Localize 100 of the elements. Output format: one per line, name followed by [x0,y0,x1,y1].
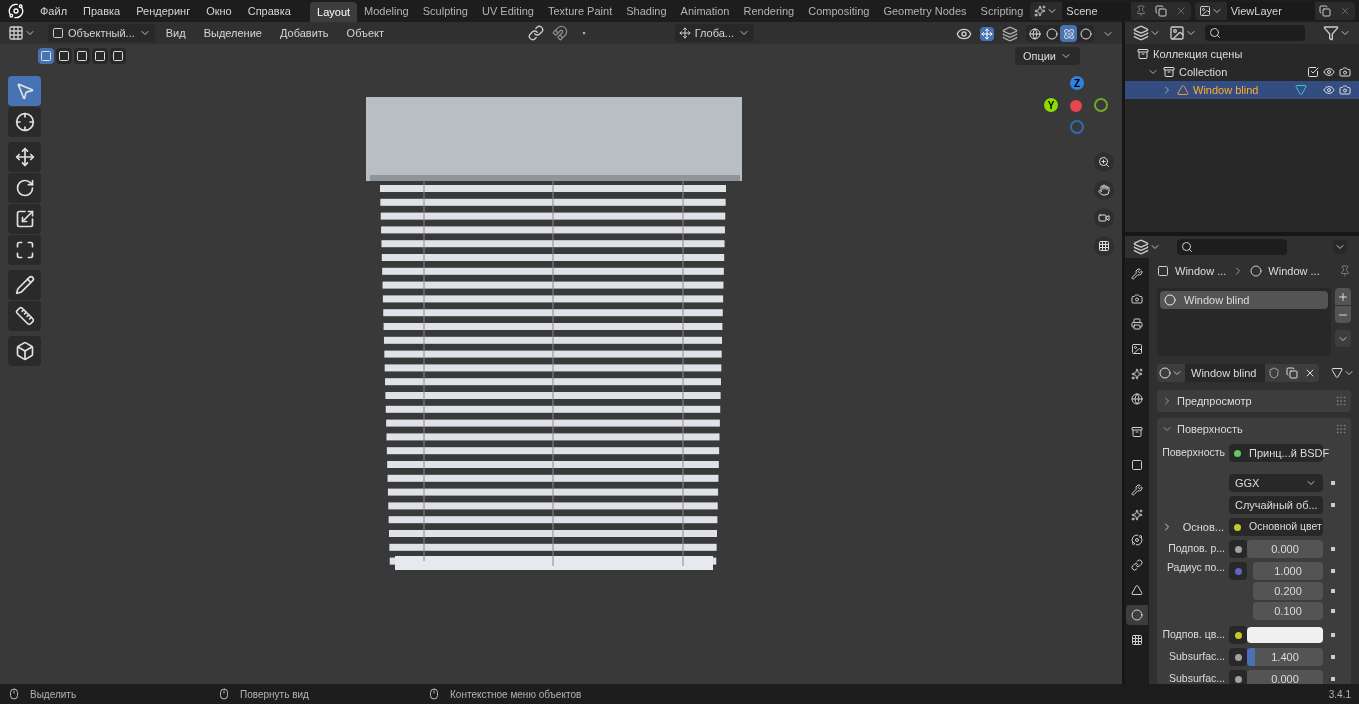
property-label: Subsurfac... [1167,671,1226,684]
slider-field[interactable]: 1.400 [1247,648,1323,666]
workspace-tab[interactable]: Rendering [736,0,802,22]
shading-button[interactable] [1026,25,1043,42]
wireframe-shading-icon [1028,27,1041,40]
axis-handle[interactable] [1070,120,1084,134]
collection-icon [1163,66,1175,78]
workspace-tab[interactable]: Compositing [801,0,877,22]
number-field[interactable]: 0.200 [1253,582,1323,600]
menu-item[interactable]: Добавить [272,24,336,42]
scene-name: Scene [1062,2,1131,20]
dropdown[interactable]: GGX [1229,474,1323,492]
scale-tool-icon [14,209,35,229]
tool-button[interactable] [8,107,41,137]
select-mode-button[interactable] [110,48,126,64]
tool-button[interactable] [8,142,41,172]
axis-handle[interactable] [1094,98,1108,112]
object-mode-icon [52,27,64,39]
physics-tab-icon [1131,534,1143,546]
workspace-tab[interactable]: Animation [673,0,737,22]
number-field[interactable]: 0.000 [1247,540,1323,558]
select-mode-button[interactable] [74,48,90,64]
menu-item[interactable]: Рендеринг [128,0,199,22]
outliner-row[interactable]: Коллекция сцены [1125,45,1359,63]
modifier-tab-icon [1131,484,1143,496]
remove-slot-button[interactable] [1335,306,1351,323]
number-field[interactable]: 0.100 [1253,602,1323,620]
navigation-button[interactable] [1094,152,1114,172]
workspace-tab[interactable]: Scripting [973,0,1031,22]
menu-item[interactable]: Выделение [196,24,269,42]
property-label: Основ... [1182,519,1224,535]
menu-item[interactable]: Вид [158,24,193,42]
workspace-tab[interactable]: Geometry Nodes [876,0,974,22]
snap-icon [552,25,568,41]
navigation-button[interactable] [1094,236,1114,256]
menu-item[interactable]: Файл [32,0,76,22]
mouse-icon [218,688,230,700]
navigation-button[interactable] [1094,208,1114,228]
workspace-tab[interactable]: UV Editing [475,0,541,22]
material-slot[interactable]: Window blind [1160,291,1328,309]
workspace-tab[interactable]: Shading [619,0,674,22]
select-mode-button[interactable] [38,48,54,64]
tool-button[interactable] [8,301,41,331]
eye-icon [1323,84,1335,96]
tool-button[interactable] [8,204,41,234]
camera-icon [1098,212,1110,224]
shading-button[interactable] [1043,25,1060,42]
tool-button[interactable] [8,235,41,265]
navigation-button[interactable] [1094,180,1114,200]
panel-header[interactable]: Поверхность [1157,418,1351,440]
link-field[interactable]: Основной цвет [1229,518,1323,536]
mode-dropdown[interactable]: Объектный... [48,24,155,42]
outliner-row[interactable]: Window blind [1125,81,1359,99]
properties-tab[interactable] [1126,605,1148,625]
select-mode-button[interactable] [56,48,72,64]
x-axis-handle[interactable] [1070,100,1082,112]
workspace-tab[interactable]: Layout [310,2,358,22]
mouse-icon [428,688,440,700]
menu-item[interactable]: Справка [239,0,299,22]
fake-user-icon [1268,367,1280,379]
workspace-tab[interactable]: Modeling [357,0,416,22]
tool-button[interactable] [8,173,41,203]
orientation-dropdown[interactable]: Глоба... [674,24,754,42]
eye-icon [1323,66,1335,78]
tool-button[interactable] [8,270,41,300]
workspace-tab[interactable]: Sculpting [415,0,475,22]
number-field[interactable]: 1.000 [1253,562,1323,580]
number-field[interactable]: 0.000 [1247,670,1323,684]
scene-selector[interactable]: Scene [1030,2,1191,20]
zoom-icon [1098,156,1110,168]
view-layer-name: ViewLayer [1226,2,1315,20]
move-tool-icon [14,147,35,167]
copy-icon [1319,5,1331,17]
property-label: Поверхность [1161,445,1226,461]
menu-item[interactable]: Объект [339,24,392,42]
workspace-tab[interactable]: Texture Paint [541,0,620,22]
sphere-icon [1164,294,1176,306]
material-selector[interactable]: Window blind [1157,364,1319,382]
hand-icon [1098,184,1110,196]
color-swatch[interactable] [1247,627,1323,643]
tool-button[interactable] [8,336,41,366]
select-mode-button[interactable] [92,48,108,64]
outliner-row[interactable]: Collection [1125,63,1359,81]
y-axis-handle[interactable]: Y [1044,98,1058,112]
navigation-gizmo[interactable]: Z Y [1044,76,1108,146]
menu-item[interactable]: Окно [198,0,240,22]
mesh-data-icon [1295,84,1307,96]
panel-header[interactable]: Предпросмотр [1157,390,1351,412]
transform-tool-icon [14,240,35,260]
view-layer-selector[interactable]: ViewLayer [1194,2,1355,20]
search-field[interactable] [1205,25,1305,41]
dropdown[interactable]: Случайный об... [1229,496,1323,514]
slot-menu-button[interactable] [1335,330,1351,347]
add-slot-button[interactable] [1335,288,1351,305]
constraints-tab-icon [1131,559,1143,571]
search-field[interactable] [1177,239,1287,255]
options-button[interactable]: Опции [1014,47,1080,65]
z-axis-handle[interactable]: Z [1070,76,1084,90]
collection-tab-icon [1131,426,1143,438]
menu-item[interactable]: Правка [75,0,129,22]
